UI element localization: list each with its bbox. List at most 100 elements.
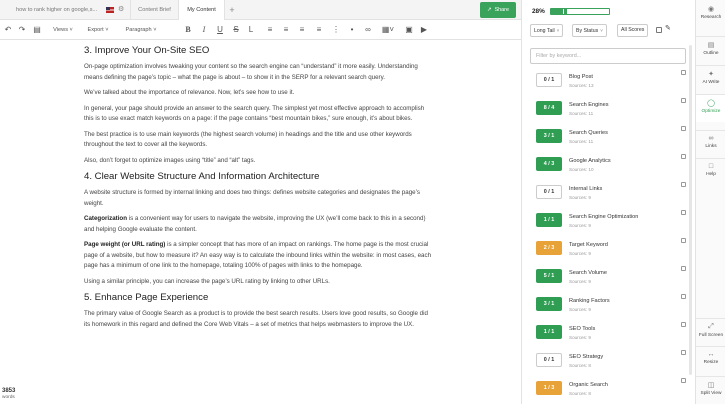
paragraph-label: Paragraph [125,27,152,33]
editor-content[interactable]: 3. Improve Your On-Site SEO On-page opti… [84,40,434,404]
copy-icon[interactable] [681,182,686,187]
link-icon[interactable]: ∞ [363,20,373,40]
bold-term: Categorization [84,215,127,222]
rail-optimize[interactable]: ◯ Optimize [696,94,725,122]
keyword-sources: Sources: 9 [569,279,591,284]
progress-divider [562,9,564,14]
paragraph: The primary value of Google Search as a … [84,310,428,328]
paragraph: In general, your page should provide an … [84,104,425,123]
underline-icon[interactable]: U [215,20,225,40]
undo-icon[interactable]: ↶ [3,20,13,40]
rail-research-label: Research [700,15,722,20]
copy-icon[interactable] [681,238,686,243]
keyword-name: Search Volume [569,270,607,276]
scores-filter[interactable]: All Scores [617,24,649,37]
numbered-list-icon[interactable]: ⋮ [331,20,341,40]
add-tab-button[interactable]: + [225,0,239,20]
us-flag-icon[interactable] [106,7,114,13]
rail-split-view[interactable]: ◫ Split View [696,376,725,396]
table-icon[interactable]: ▦˅ [381,20,395,40]
rail-resize[interactable]: ↔ Resize [696,346,725,365]
copy-icon[interactable] [681,266,686,271]
resize-icon: ↔ [707,351,715,358]
tab-content-brief[interactable]: Content Brief [130,0,178,20]
keyword-usage-badge: 3 / 1 [536,129,562,143]
keyword-row[interactable]: 0 / 1 Blog Post Sources: 13 [522,68,695,96]
keyword-row[interactable]: 0 / 1 SEO Strategy Sources: 8 [522,348,695,376]
keyword-name: SEO Strategy [569,354,604,360]
align-left-icon[interactable]: ≡ [265,20,275,40]
image-icon[interactable]: ▣ [404,20,414,40]
keyword-row[interactable]: 4 / 3 Google Analytics Sources: 10 [522,152,695,180]
copy-icon[interactable] [681,294,686,299]
save-icon[interactable]: ▤ [32,20,42,40]
keyword-row[interactable]: 0 / 1 Internal Links Sources: 9 [522,180,695,208]
keyword-row[interactable]: 3 / 1 Search Queries Sources: 11 [522,124,695,152]
rail-ai-write[interactable]: ✦ AI Write [696,65,725,85]
gear-icon[interactable]: ⚙ [118,0,124,20]
keyword-sources: Sources: 9 [569,307,591,312]
keyword-row[interactable]: 1 / 3 Organic Search Sources: 8 [522,376,695,404]
tab-document[interactable]: how to rank higher on google,s... ⚙ [0,0,129,20]
keyword-filter-input[interactable]: Filter by keyword... [530,48,686,64]
long-tail-label: Long Tail [534,28,555,34]
bold-icon[interactable]: B [183,20,193,40]
copy-icon[interactable] [681,378,686,383]
panel-scrollbar[interactable] [689,45,692,375]
status-filter[interactable]: By Status ˅ [572,24,607,37]
italic-icon[interactable]: I [199,20,209,40]
export-dropdown[interactable]: Export ˅ [84,20,112,40]
export-label: Export [87,27,104,33]
rail-links[interactable]: ∞ Links [696,130,725,149]
keyword-row[interactable]: 3 / 1 Ranking Factors Sources: 9 [522,292,695,320]
score-progress-bar [550,8,610,15]
align-right-icon[interactable]: ≡ [297,20,307,40]
tab-my-content[interactable]: My Content [178,0,225,21]
full-screen-icon: ⤢ [708,323,714,330]
score-progress-fill [551,9,568,14]
right-rail: ◉ Research ▤ Outline ✦ AI Write ◯ Optimize ∞… [695,0,725,404]
rail-outline[interactable]: ▤ Outline [696,36,725,56]
long-tail-filter[interactable]: Long Tail ˅ [530,24,564,37]
paragraph-dropdown[interactable]: Paragraph ˅ [120,20,162,40]
bullet-list-icon[interactable]: • [347,20,357,40]
paragraph: Page weight (or URL rating) is a simpler… [84,240,434,272]
keyword-name: Search Engine Optimization [569,214,639,220]
keyword-row[interactable]: 1 / 1 SEO Tools Sources: 9 [522,320,695,348]
keyword-usage-badge: 8 / 4 [536,101,562,115]
keyword-name: Target Keyword [569,242,608,248]
select-checkbox[interactable] [656,27,662,33]
keyword-row[interactable]: 5 / 1 Search Volume Sources: 9 [522,264,695,292]
text-color-icon[interactable]: L [246,20,256,40]
views-dropdown[interactable]: Views ˅ [50,20,76,40]
keyword-row[interactable]: 1 / 1 Search Engine Optimization Sources: … [522,208,695,236]
redo-icon[interactable]: ↷ [17,20,27,40]
copy-icon[interactable] [681,70,686,75]
heading: 4. Clear Website Structure And Informati… [84,171,320,182]
rail-research[interactable]: ◉ Research [696,5,725,20]
rail-ai-write-label: AI Write [702,80,720,85]
strikethrough-icon[interactable]: S [231,20,241,40]
keyword-sources: Sources: 8 [569,391,591,396]
video-icon[interactable]: ▶ [419,20,429,40]
copy-icon[interactable] [681,350,686,355]
keyword-row[interactable]: 8 / 4 Search Engines Sources: 11 [522,96,695,124]
copy-icon[interactable] [681,98,686,103]
keyword-sources: Sources: 13 [569,83,594,88]
rail-help[interactable]: □ Help [696,158,725,177]
paragraph: A website structure is formed by interna… [84,189,420,207]
copy-icon[interactable] [681,322,686,327]
align-justify-icon[interactable]: ≡ [314,20,324,40]
keyword-sources: Sources: 9 [569,223,591,228]
rail-split-view-label: Split View [700,391,722,396]
align-center-icon[interactable]: ≡ [281,20,291,40]
edit-pen-icon[interactable]: ✎ [665,24,671,32]
paragraph: Also, don’t forget to optimize images us… [84,156,256,164]
share-button[interactable]: ↗ Share [480,2,516,18]
keyword-name: Internal Links [569,186,603,192]
rail-full-screen[interactable]: ⤢ Full Screen [696,318,725,338]
keyword-row[interactable]: 2 / 3 Target Keyword Sources: 9 [522,236,695,264]
copy-icon[interactable] [681,154,686,159]
copy-icon[interactable] [681,126,686,131]
copy-icon[interactable] [681,210,686,215]
